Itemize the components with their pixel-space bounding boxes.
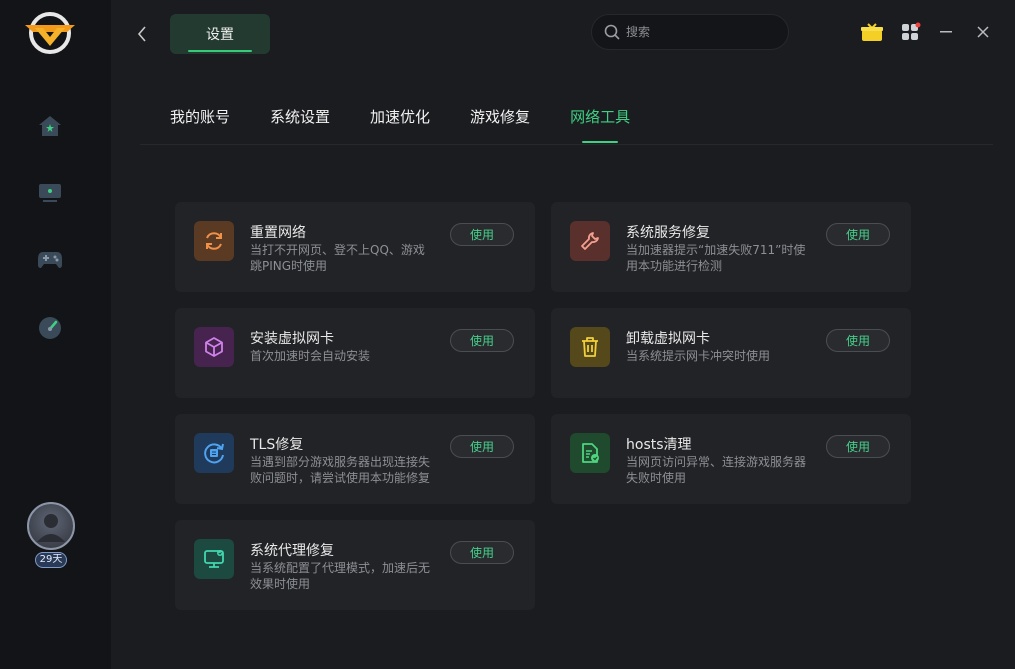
- use-button[interactable]: 使用: [826, 435, 890, 458]
- tool-description: 当系统提示网卡冲突时使用: [626, 349, 771, 363]
- apps-grid-icon[interactable]: [899, 20, 923, 44]
- use-button[interactable]: 使用: [450, 329, 514, 352]
- user-avatar[interactable]: 29天: [24, 502, 78, 572]
- tool-title: TLS修复: [250, 437, 304, 453]
- close-icon[interactable]: [971, 20, 995, 44]
- tool-title: 系统代理修复: [250, 543, 334, 559]
- tab-acceleration[interactable]: 加速优化: [370, 106, 430, 141]
- gamepad-icon[interactable]: [36, 246, 64, 274]
- tool-title: 重置网络: [250, 225, 306, 241]
- tool-card-tls-repair: TLS修复 当遇到部分游戏服务器出现连接失败问题时，请尝试使用本功能修复 使用: [175, 414, 535, 504]
- home-icon[interactable]: [36, 112, 64, 140]
- avatar: [27, 502, 75, 550]
- use-button[interactable]: 使用: [450, 223, 514, 246]
- tab-game-repair[interactable]: 游戏修复: [470, 106, 530, 141]
- minimize-icon[interactable]: [935, 20, 959, 44]
- tool-card-system-service-repair: 系统服务修复 当加速器提示“加速失败711”时使用本功能进行检测 使用: [551, 202, 911, 292]
- gift-box-icon[interactable]: [860, 20, 884, 44]
- refresh-icon: [194, 221, 234, 261]
- tool-card-reset-network: 重置网络 当打不开网页、登不上QQ、游戏跳PING时使用 使用: [175, 202, 535, 292]
- page-title: 设置: [170, 14, 270, 54]
- tool-card-system-proxy-repair: 系统代理修复 当系统配置了代理模式，加速后无效果时使用 使用: [175, 520, 535, 610]
- use-button[interactable]: 使用: [450, 541, 514, 564]
- tool-description: 当打不开网页、登不上QQ、游戏跳PING时使用: [250, 243, 425, 273]
- tool-description: 首次加速时会自动安装: [250, 349, 371, 363]
- tool-title: 系统服务修复: [626, 225, 710, 241]
- sidebar: 29天: [0, 0, 111, 669]
- wrench-icon: [570, 221, 610, 261]
- tab-network-tools[interactable]: 网络工具: [570, 106, 630, 143]
- back-icon[interactable]: [132, 22, 152, 46]
- tab-system-settings[interactable]: 系统设置: [270, 106, 330, 141]
- monitor-nav-icon[interactable]: [36, 179, 64, 207]
- file-clean-icon: [570, 433, 610, 473]
- use-button[interactable]: 使用: [826, 329, 890, 352]
- trash-icon: [570, 327, 610, 367]
- cube-icon: [194, 327, 234, 367]
- search-icon: [604, 24, 620, 40]
- tool-card-uninstall-virtual-nic: 卸载虚拟网卡 当系统提示网卡冲突时使用 使用: [551, 308, 911, 398]
- tool-title: 卸载虚拟网卡: [626, 331, 710, 347]
- tab-my-account[interactable]: 我的账号: [170, 106, 230, 141]
- tool-card-install-virtual-nic: 安装虚拟网卡 首次加速时会自动安装 使用: [175, 308, 535, 398]
- search-input[interactable]: [626, 25, 776, 39]
- tool-title: hosts清理: [626, 437, 692, 453]
- tool-card-hosts-cleanup: hosts清理 当网页访问异常、连接游戏服务器失败时使用 使用: [551, 414, 911, 504]
- tabs-divider: [140, 144, 993, 145]
- settings-tabs: 我的账号 系统设置 加速优化 游戏修复 网络工具: [170, 106, 630, 143]
- monitor-icon: [194, 539, 234, 579]
- app-logo[interactable]: [23, 10, 77, 56]
- tool-description: 当遇到部分游戏服务器出现连接失败问题时，请尝试使用本功能修复: [250, 455, 431, 485]
- speedometer-icon[interactable]: [36, 314, 64, 342]
- membership-days-badge: 29天: [35, 552, 67, 568]
- tool-description: 当网页访问异常、连接游戏服务器失败时使用: [626, 455, 807, 485]
- tool-description: 当系统配置了代理模式，加速后无效果时使用: [250, 561, 431, 591]
- tls-icon: [194, 433, 234, 473]
- use-button[interactable]: 使用: [450, 435, 514, 458]
- use-button[interactable]: 使用: [826, 223, 890, 246]
- search-box[interactable]: [591, 14, 789, 50]
- tool-title: 安装虚拟网卡: [250, 331, 334, 347]
- tool-description: 当加速器提示“加速失败711”时使用本功能进行检测: [626, 243, 806, 273]
